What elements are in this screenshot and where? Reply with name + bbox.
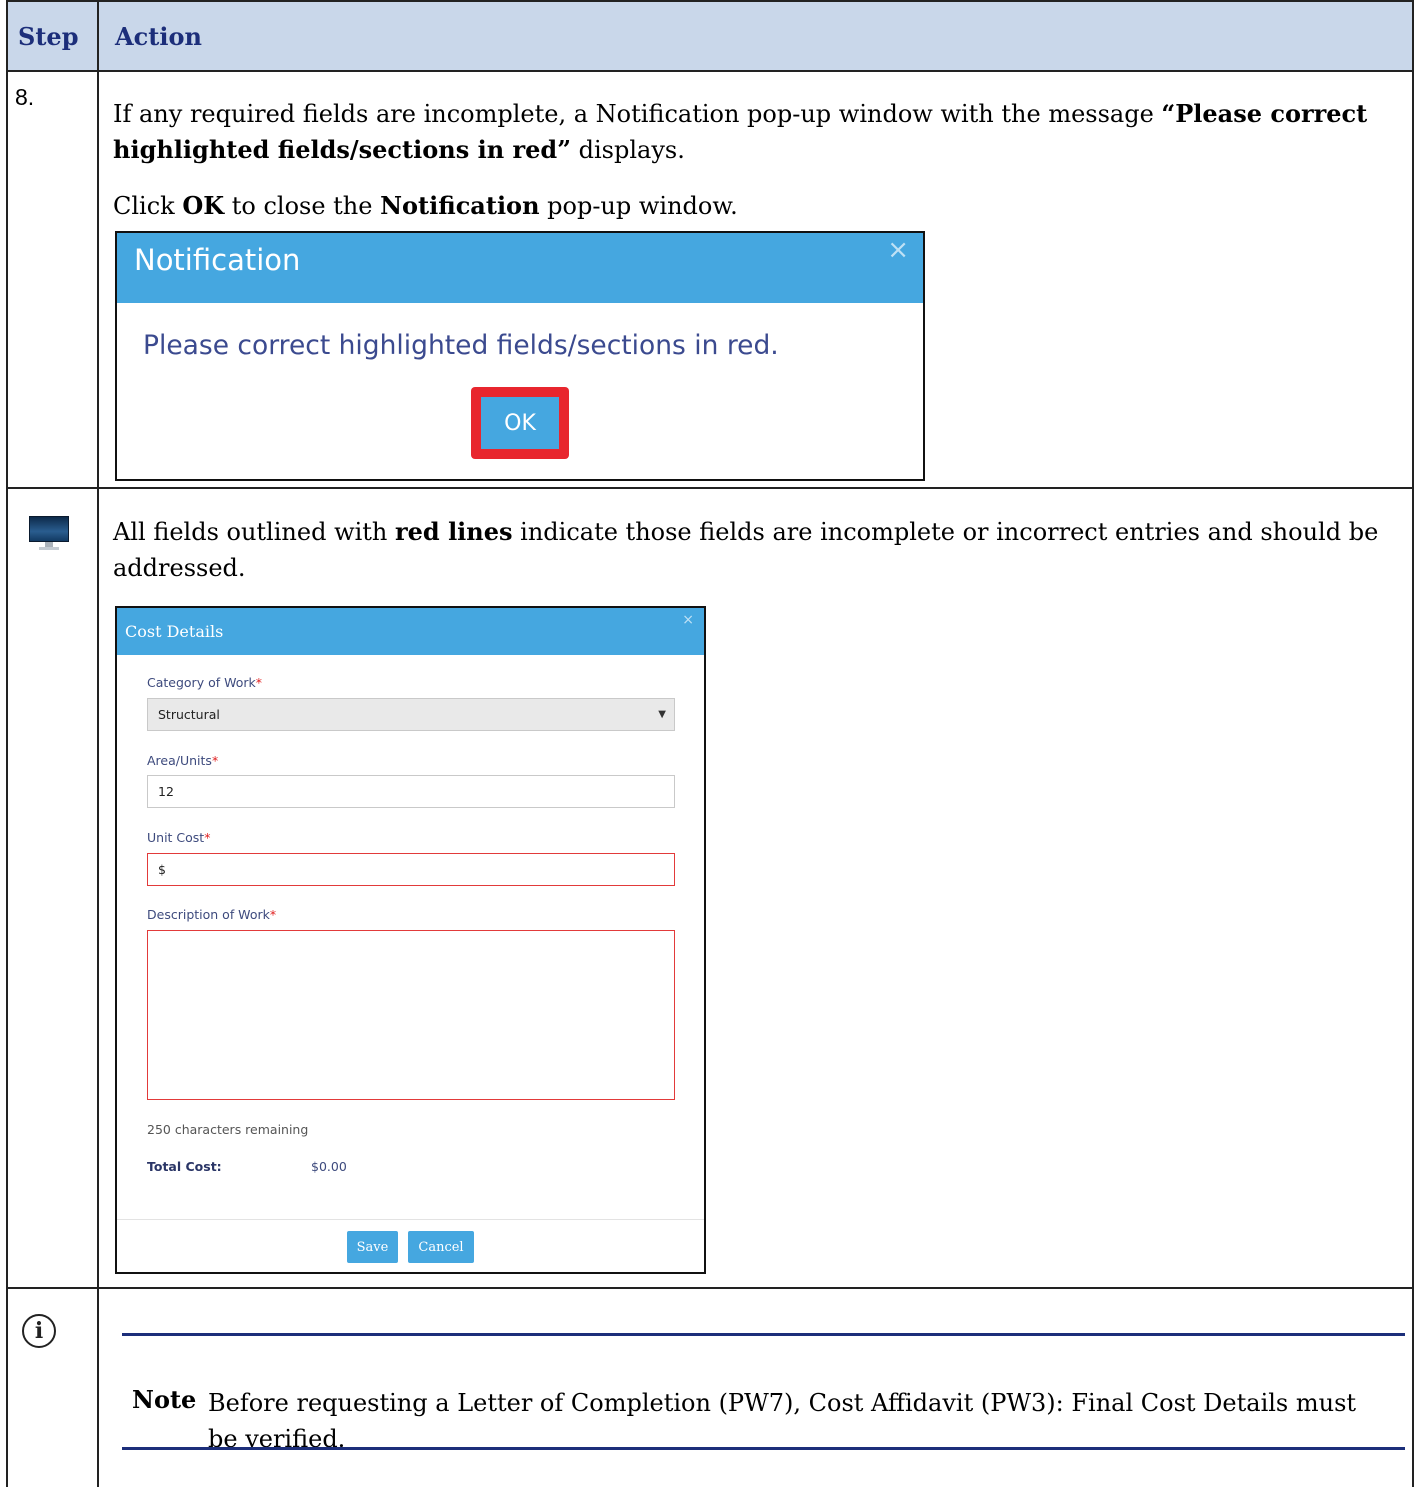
header-step: Step <box>18 22 79 51</box>
cost-details-dialog: Cost Details × Category of Work* Structu… <box>115 606 706 1274</box>
row-divider <box>6 487 1414 489</box>
total-cost-value: $0.00 <box>311 1159 347 1174</box>
table-header-row <box>8 2 1413 70</box>
note-top-rule <box>122 1333 1405 1336</box>
description-textarea[interactable] <box>147 930 675 1100</box>
step-paragraph: If any required fields are incomplete, a… <box>113 99 1368 164</box>
close-icon[interactable]: × <box>682 612 694 628</box>
cost-details-title: Cost Details <box>125 622 224 641</box>
close-icon[interactable]: × <box>887 235 909 265</box>
unit-cost-input[interactable]: $ <box>147 853 675 886</box>
chevron-down-icon: ▼ <box>658 709 666 720</box>
area-label: Area/Units* <box>147 753 219 768</box>
notification-message: Please correct highlighted fields/sectio… <box>143 330 779 361</box>
monitor-icon <box>29 516 69 552</box>
table-border-left <box>6 0 8 1487</box>
notification-title: Notification <box>134 243 301 277</box>
step-paragraph: All fields outlined with red lines indic… <box>113 517 1379 582</box>
header-action: Action <box>115 22 202 51</box>
table-border-right <box>1412 0 1414 1487</box>
total-cost-label: Total Cost: <box>147 1159 222 1174</box>
notification-dialog: Notification × Please correct highlighte… <box>115 231 925 481</box>
step-instruction: Click OK to close the Notification pop-u… <box>113 191 738 220</box>
step-number: 8. <box>15 84 35 110</box>
characters-remaining: 250 characters remaining <box>147 1122 309 1137</box>
row-divider <box>6 1287 1414 1289</box>
category-label: Category of Work* <box>147 675 262 690</box>
cancel-button[interactable]: Cancel <box>408 1231 474 1263</box>
category-select[interactable]: Structural ▼ <box>147 698 675 731</box>
note-label: Note <box>132 1385 197 1414</box>
info-icon: i <box>22 1314 56 1348</box>
ok-button[interactable]: OK <box>481 397 559 449</box>
note-bottom-rule <box>122 1447 1405 1450</box>
save-button[interactable]: Save <box>347 1231 398 1263</box>
row-divider <box>6 70 1414 72</box>
table-border-top <box>6 0 1414 2</box>
ok-highlight: OK <box>471 387 569 459</box>
unit-cost-label: Unit Cost* <box>147 830 211 845</box>
column-divider <box>97 0 99 1487</box>
description-label: Description of Work* <box>147 907 277 922</box>
area-units-input[interactable]: 12 <box>147 775 675 808</box>
footer-divider <box>117 1219 704 1220</box>
